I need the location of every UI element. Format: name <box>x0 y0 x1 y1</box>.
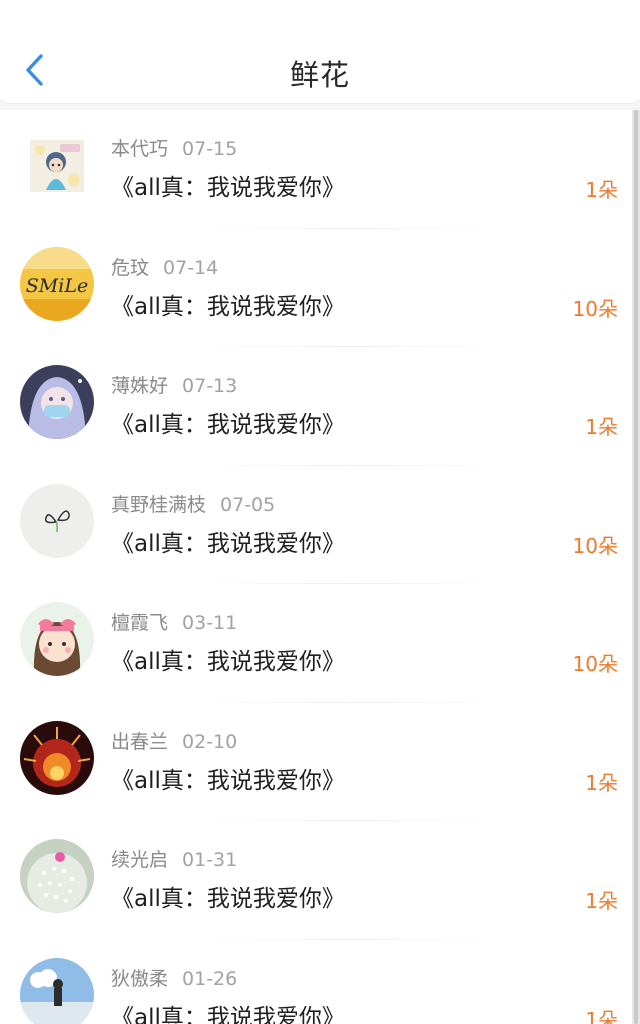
flower-count: 1朵 <box>585 1007 618 1024</box>
date: 07-14 <box>163 256 219 279</box>
item-meta: 狄傲柔 01-26 <box>111 964 237 991</box>
header: 鲜花 <box>0 0 640 104</box>
user-name[interactable]: 本代巧 <box>111 138 168 160</box>
scrollbar-thumb[interactable] <box>634 110 638 1024</box>
flower-count: 1朵 <box>585 415 618 439</box>
list-item[interactable]: 薄姝好 07-13 《all真：我说我爱你》 1朵 <box>0 347 632 466</box>
date: 03-11 <box>182 612 238 634</box>
page-title: 鲜花 <box>289 58 350 92</box>
scrollbar[interactable] <box>632 110 640 1024</box>
item-meta: 檀霞飞 03-11 <box>111 608 237 635</box>
avatar[interactable] <box>20 602 94 676</box>
item-meta: 续光启 01-31 <box>111 845 237 872</box>
book-title[interactable]: 《all真：我说我爱你》 <box>111 642 345 676</box>
date: 02-10 <box>182 730 238 753</box>
book-title[interactable]: 《all真：我说我爱你》 <box>111 287 345 321</box>
flower-count: 10朵 <box>572 652 618 676</box>
user-name[interactable]: 真野桂满枝 <box>111 494 206 516</box>
flower-count: 10朵 <box>572 296 618 321</box>
book-title[interactable]: 《all真：我说我爱你》 <box>111 168 345 202</box>
date: 07-05 <box>220 493 276 516</box>
avatar[interactable] <box>20 720 94 795</box>
list-item[interactable]: 出春兰 02-10 《all真：我说我爱你》 1朵 <box>0 703 632 821</box>
avatar[interactable] <box>20 957 94 1024</box>
avatar[interactable] <box>20 365 94 439</box>
item-meta: 危玟 07-14 <box>111 253 218 280</box>
list-item[interactable]: 本代巧 07-15 《all真：我说我爱你》 1朵 <box>0 110 632 229</box>
date: 07-13 <box>182 375 238 397</box>
svg-text:SMiLe: SMiLe <box>26 275 88 297</box>
item-meta: 薄姝好 07-13 <box>111 371 237 398</box>
user-name[interactable]: 檀霞飞 <box>111 612 168 634</box>
user-name[interactable]: 出春兰 <box>111 731 168 753</box>
flower-count: 10朵 <box>572 533 618 558</box>
book-title[interactable]: 《all真：我说我爱你》 <box>111 524 345 558</box>
list-item[interactable]: 真野桂满枝 07-05 《all真：我说我爱你》 10朵 <box>0 466 632 584</box>
avatar[interactable]: SMiLe <box>20 246 94 321</box>
user-name[interactable]: 续光启 <box>111 849 168 871</box>
date: 07-15 <box>182 138 238 160</box>
date: 01-31 <box>182 849 238 871</box>
book-title[interactable]: 《all真：我说我爱你》 <box>111 879 345 913</box>
list-item[interactable]: SMiLe 危玟 07-14 《all真：我说我爱你》 10朵 <box>0 229 632 347</box>
avatar[interactable] <box>20 483 94 558</box>
item-meta: 出春兰 02-10 <box>111 727 237 754</box>
flower-count: 1朵 <box>585 178 618 202</box>
avatar[interactable] <box>20 839 94 913</box>
user-name[interactable]: 薄姝好 <box>111 375 168 397</box>
flower-count: 1朵 <box>585 889 618 913</box>
date: 01-26 <box>182 967 238 990</box>
flower-list: 本代巧 07-15 《all真：我说我爱你》 1朵 SMiLe 危玟 07-14 《… <box>0 110 632 1024</box>
item-meta: 真野桂满枝 07-05 <box>111 490 275 517</box>
book-title[interactable]: 《all真：我说我爱你》 <box>111 761 345 795</box>
book-title[interactable]: 《all真：我说我爱你》 <box>111 998 345 1024</box>
list-item[interactable]: 檀霞飞 03-11 《all真：我说我爱你》 10朵 <box>0 584 632 703</box>
user-name[interactable]: 危玟 <box>111 257 149 279</box>
book-title[interactable]: 《all真：我说我爱你》 <box>111 405 345 439</box>
list-item[interactable]: 狄傲柔 01-26 《all真：我说我爱你》 1朵 <box>0 940 632 1024</box>
flower-count: 1朵 <box>585 770 618 795</box>
list-item[interactable]: 续光启 01-31 《all真：我说我爱你》 1朵 <box>0 821 632 940</box>
avatar[interactable] <box>30 140 84 192</box>
user-name[interactable]: 狄傲柔 <box>111 968 168 990</box>
item-meta: 本代巧 07-15 <box>111 134 237 161</box>
